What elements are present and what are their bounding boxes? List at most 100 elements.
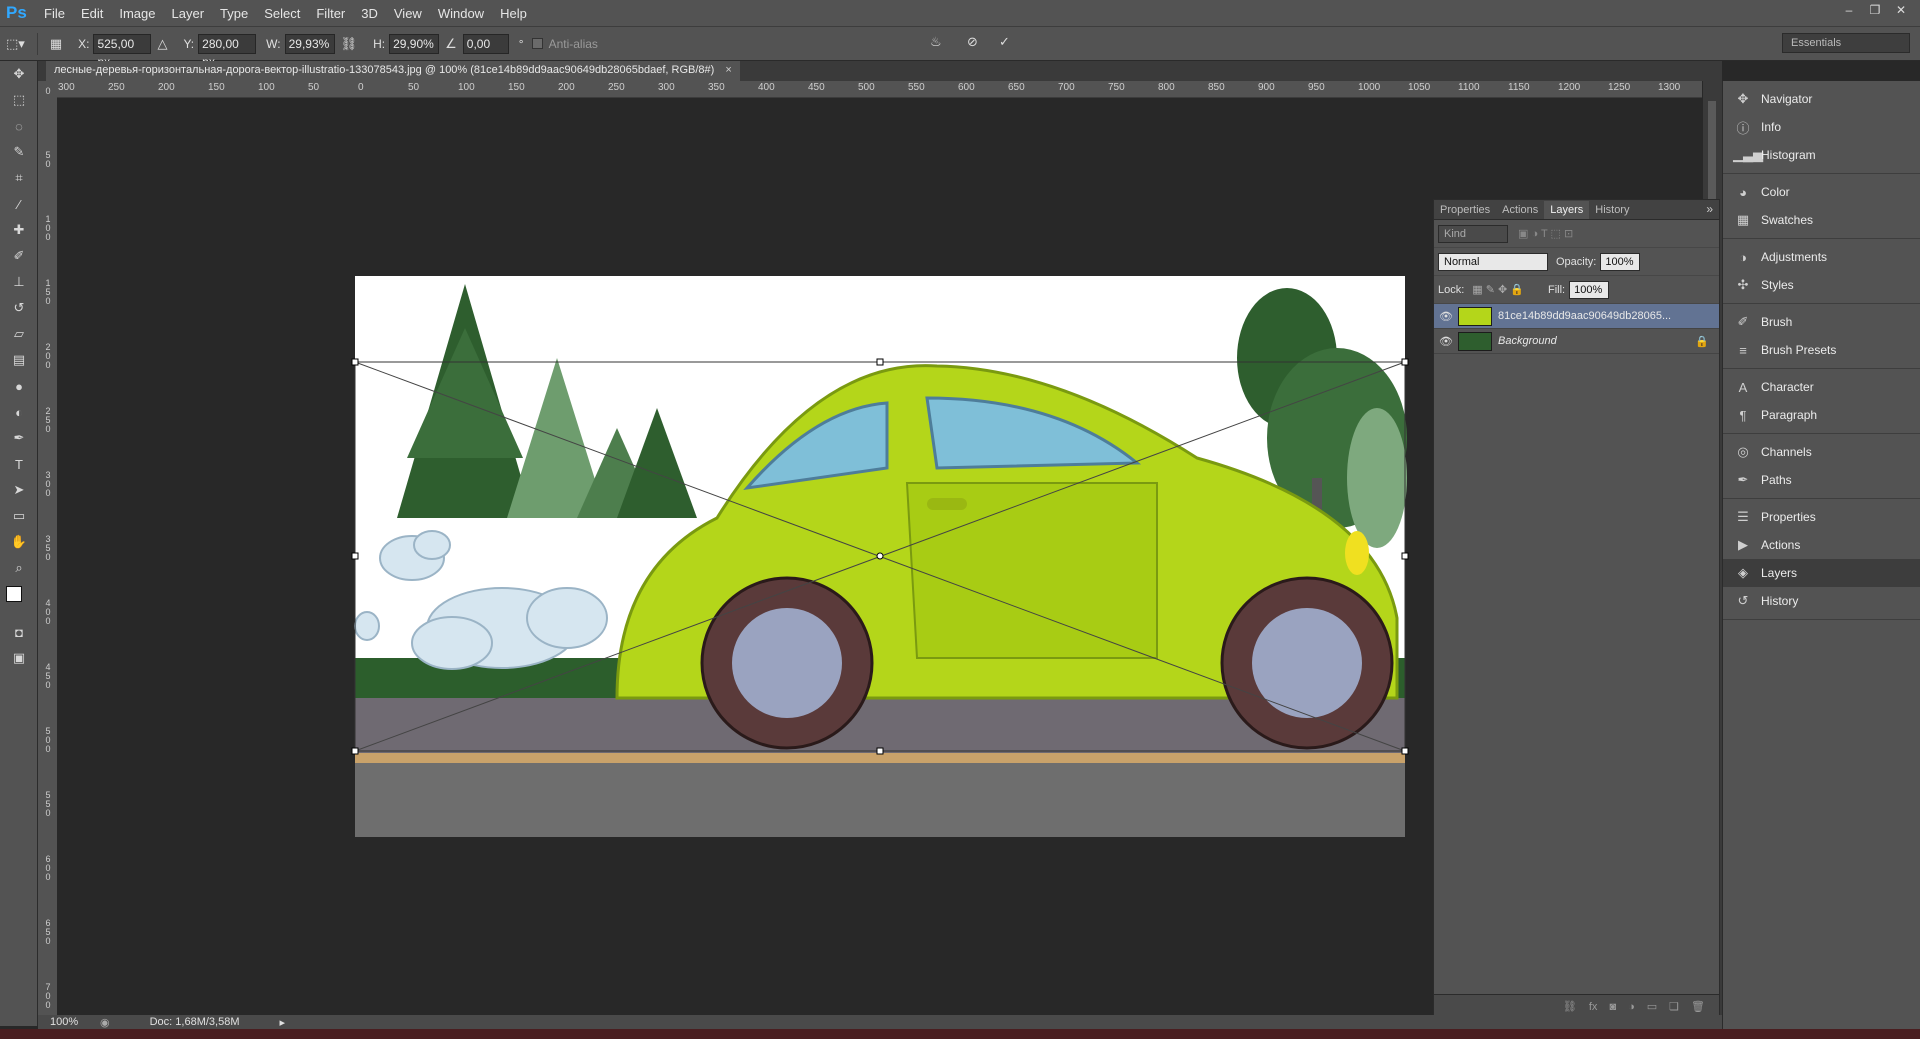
clone-stamp-icon[interactable]: ⊥ bbox=[0, 269, 38, 295]
dock-item-styles[interactable]: ✣ Styles bbox=[1723, 271, 1920, 299]
pen-tool-icon[interactable]: ✒ bbox=[0, 425, 38, 451]
eye-icon[interactable]: 👁 bbox=[1434, 335, 1458, 348]
healing-brush-icon[interactable]: ✚ bbox=[0, 217, 38, 243]
rectangle-tool-icon[interactable]: ▭ bbox=[0, 503, 38, 529]
warp-icon[interactable]: ♨ bbox=[930, 34, 942, 50]
delta-icon[interactable]: △ bbox=[157, 36, 167, 52]
link-icon[interactable]: ⛓ bbox=[341, 36, 358, 52]
crop-tool-icon[interactable]: ⌗ bbox=[0, 165, 38, 191]
tab-properties[interactable]: Properties bbox=[1434, 201, 1496, 219]
zoom-level[interactable]: 100% bbox=[50, 1016, 90, 1028]
anti-alias-checkbox[interactable] bbox=[531, 38, 543, 49]
commit-transform-icon[interactable]: ✓ bbox=[999, 34, 1010, 50]
dock-item-histogram[interactable]: ▁▃▅ Histogram bbox=[1723, 141, 1920, 169]
dock-item-actions[interactable]: ▶ Actions bbox=[1723, 531, 1920, 559]
close-icon[interactable]: × bbox=[725, 64, 731, 76]
dodge-tool-icon[interactable]: ◐ bbox=[0, 399, 38, 425]
workspace-select[interactable]: Essentials bbox=[1782, 33, 1910, 53]
minimize-icon[interactable]: – bbox=[1838, 2, 1860, 18]
path-select-icon[interactable]: ➤ bbox=[0, 477, 38, 503]
filter-icons[interactable]: ▣ ◑ T ⬚ ⊡ bbox=[1518, 227, 1573, 240]
dock-group: ◑ Adjustments ✣ Styles bbox=[1723, 239, 1920, 304]
panel-menu-icon[interactable]: » bbox=[1700, 199, 1719, 219]
dock-item-channels[interactable]: ◎ Channels bbox=[1723, 438, 1920, 466]
status-icon[interactable]: ◉ bbox=[100, 1016, 110, 1029]
dock-item-layers[interactable]: ◈ Layers bbox=[1723, 559, 1920, 587]
width-input[interactable]: 29,93% bbox=[284, 33, 335, 54]
layer-row[interactable]: 👁 81ce14b89dd9aac90649db28065... bbox=[1434, 304, 1719, 329]
dock-item-brush[interactable]: ✐ Brush bbox=[1723, 308, 1920, 336]
quick-mask-icon[interactable]: ◘ bbox=[0, 619, 38, 645]
mask-icon[interactable]: ◙ bbox=[1609, 1001, 1616, 1013]
x-input[interactable]: 525,00 px bbox=[93, 33, 152, 69]
height-input[interactable]: 29,90% bbox=[389, 33, 440, 54]
opacity-input[interactable]: 100% bbox=[1600, 252, 1641, 271]
dock-item-history[interactable]: ↺ History bbox=[1723, 587, 1920, 615]
tab-layers[interactable]: Layers bbox=[1544, 201, 1590, 219]
kind-filter[interactable]: Kind bbox=[1438, 224, 1508, 243]
dock-item-paragraph[interactable]: ¶ Paragraph bbox=[1723, 401, 1920, 429]
dock-item-label: Histogram bbox=[1761, 148, 1816, 162]
type-tool-icon[interactable]: T bbox=[0, 451, 38, 477]
group-icon[interactable]: ▭ bbox=[1647, 1000, 1657, 1013]
tab-actions[interactable]: Actions bbox=[1496, 201, 1544, 219]
menu-type[interactable]: Type bbox=[212, 6, 256, 21]
screen-mode-icon[interactable]: ▣ bbox=[0, 645, 38, 671]
eyedropper-tool-icon[interactable]: ⁄ bbox=[0, 191, 38, 217]
horizontal-ruler[interactable]: 300 250 200 150 100 50 0 50 100 150 200 250 300 350 40… bbox=[57, 81, 1702, 98]
new-layer-icon[interactable]: ❏ bbox=[1669, 1000, 1679, 1013]
eye-icon[interactable]: 👁 bbox=[1434, 310, 1458, 323]
dock-item-color[interactable]: ◕ Color bbox=[1723, 178, 1920, 206]
gradient-tool-icon[interactable]: ▤ bbox=[0, 347, 38, 373]
eraser-tool-icon[interactable]: ▱ bbox=[0, 321, 38, 347]
layer-row[interactable]: 👁 Background 🔒 bbox=[1434, 329, 1719, 354]
dock-item-info[interactable]: ⓘ Info bbox=[1723, 113, 1920, 141]
move-tool-icon[interactable]: ✥ bbox=[0, 61, 38, 87]
y-input[interactable]: 280,00 px bbox=[198, 33, 257, 69]
close-icon[interactable]: ✕ bbox=[1890, 2, 1912, 18]
fx-icon[interactable]: fx bbox=[1589, 1001, 1598, 1013]
move-tool-icon[interactable]: ⬚▾ bbox=[6, 36, 25, 52]
adjustment-icon[interactable]: ◑ bbox=[1628, 1001, 1635, 1013]
menu-window[interactable]: Window bbox=[430, 6, 492, 21]
menu-filter[interactable]: Filter bbox=[308, 6, 353, 21]
dock-item-adjustments[interactable]: ◑ Adjustments bbox=[1723, 243, 1920, 271]
brush-tool-icon[interactable]: ✐ bbox=[0, 243, 38, 269]
quick-select-tool-icon[interactable]: ✎ bbox=[0, 139, 38, 165]
link-layers-icon[interactable]: ⛓ bbox=[1563, 1000, 1577, 1013]
vertical-ruler[interactable]: 0 50 100 150 200 250 300 350 400 450 500 550 600 650 7… bbox=[38, 81, 57, 1015]
dock-item-character[interactable]: A Character bbox=[1723, 373, 1920, 401]
menu-view[interactable]: View bbox=[386, 6, 430, 21]
delete-icon[interactable]: 🗑 bbox=[1691, 1000, 1705, 1013]
blend-mode-select[interactable]: Normal bbox=[1438, 252, 1548, 271]
hand-tool-icon[interactable]: ✋ bbox=[0, 529, 38, 555]
cancel-transform-icon[interactable]: ⊘ bbox=[967, 34, 978, 50]
document-tab[interactable]: лесные-деревья-горизонтальная-дорога-век… bbox=[46, 61, 740, 81]
history-brush-icon[interactable]: ↺ bbox=[0, 295, 38, 321]
status-menu-icon[interactable]: ▸ bbox=[279, 1016, 285, 1029]
angle-input[interactable]: 0,00 bbox=[462, 33, 509, 54]
lasso-tool-icon[interactable]: ◌ bbox=[0, 113, 38, 139]
menu-help[interactable]: Help bbox=[492, 6, 535, 21]
dock-item-swatches[interactable]: ▦ Swatches bbox=[1723, 206, 1920, 234]
lock-icons[interactable]: ▦ ✎ ✥ 🔒 bbox=[1472, 283, 1524, 296]
dock-item-brush-presets[interactable]: ≡ Brush Presets bbox=[1723, 336, 1920, 364]
menu-edit[interactable]: Edit bbox=[73, 6, 111, 21]
dock-item-paths[interactable]: ✒ Paths bbox=[1723, 466, 1920, 494]
menu-file[interactable]: File bbox=[36, 6, 73, 21]
dock-item-navigator[interactable]: ✥ Navigator bbox=[1723, 85, 1920, 113]
blur-tool-icon[interactable]: ● bbox=[0, 373, 38, 399]
restore-icon[interactable]: ❐ bbox=[1864, 2, 1886, 18]
menu-layer[interactable]: Layer bbox=[164, 6, 213, 21]
menu-image[interactable]: Image bbox=[111, 6, 163, 21]
rotate-icon[interactable]: ∠ bbox=[445, 36, 457, 52]
zoom-tool-icon[interactable]: ⌕ bbox=[0, 555, 38, 581]
dock-item-properties[interactable]: ☰ Properties bbox=[1723, 503, 1920, 531]
reference-point-icon[interactable]: ▦ bbox=[50, 36, 62, 52]
color-swatches-icon[interactable] bbox=[0, 581, 38, 619]
menu-select[interactable]: Select bbox=[256, 6, 308, 21]
menu-3d[interactable]: 3D bbox=[353, 6, 386, 21]
marquee-tool-icon[interactable]: ⬚ bbox=[0, 87, 38, 113]
tab-history[interactable]: History bbox=[1589, 201, 1635, 219]
fill-input[interactable]: 100% bbox=[1569, 280, 1610, 299]
